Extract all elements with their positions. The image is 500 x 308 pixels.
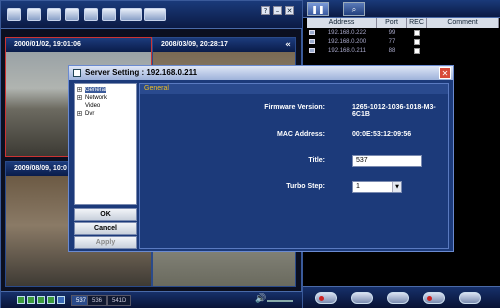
record-icon [319, 296, 324, 301]
column-header[interactable]: Comment [427, 18, 499, 28]
mac-label: MAC Address: [277, 131, 325, 138]
port-cell: 99 [388, 30, 396, 36]
firmware-label: Firmware Version: [264, 104, 325, 111]
expand-icon[interactable]: + [77, 95, 82, 101]
table-row[interactable]: 192.168.0.200 77 [307, 38, 499, 46]
address-cell: 192.168.0.200 [327, 39, 367, 45]
panel-tabs: ❚❚ ⌕ [303, 0, 500, 18]
rec-checkbox[interactable] [414, 30, 420, 36]
settings-icon[interactable] [65, 8, 79, 21]
layout-9-icon[interactable] [37, 296, 45, 304]
turbo-step-value: 1 [356, 183, 360, 190]
camera-timestamp: 2000/01/02, 19:01:06 [6, 38, 151, 52]
cancel-button[interactable]: Cancel [74, 222, 137, 235]
column-header[interactable]: Address [307, 18, 377, 28]
title-input[interactable]: 537 [352, 155, 422, 167]
tree-item-label: General [85, 87, 107, 93]
close-button[interactable]: ✕ [285, 6, 294, 15]
dialog-title-bar[interactable]: Server Setting : 192.168.0.211 ✕ [69, 66, 453, 80]
firmware-value: 1265-1012-1036-1018-M3-6C1B [352, 104, 436, 118]
delete-server-button[interactable] [459, 292, 481, 304]
server-icon [309, 39, 315, 44]
layout-16-icon[interactable] [47, 296, 55, 304]
expand-icon[interactable]: + [77, 87, 82, 93]
layout-4-icon[interactable] [27, 296, 35, 304]
viewer-bottom-bar: 537 536 541D 🔊 [1, 291, 303, 308]
tree-item-label: Video [85, 103, 101, 109]
fullscreen-icon[interactable] [57, 296, 65, 304]
title-label: Title: [308, 157, 325, 164]
rec-checkbox[interactable] [414, 39, 420, 45]
ok-button[interactable]: OK [74, 208, 137, 221]
dialog-title: Server Setting : 192.168.0.211 [85, 68, 198, 77]
layout-button[interactable] [7, 8, 21, 21]
folder-button[interactable] [47, 8, 61, 21]
section-title: General [140, 84, 448, 94]
turbo-step-label: Turbo Step: [286, 183, 325, 190]
turbo-step-select[interactable]: 1 ▼ [352, 181, 402, 193]
settings-tree: + General + Network Video + Dvr [74, 83, 137, 205]
channel-tab[interactable]: 536 [87, 295, 108, 306]
tab-server-list[interactable]: ❚❚ [307, 2, 329, 16]
tree-item-video[interactable]: Video [85, 102, 100, 110]
help-button[interactable]: ? [261, 6, 270, 15]
add-server-button[interactable] [315, 292, 337, 304]
column-header[interactable]: Port [377, 18, 407, 28]
tree-item-label: Network [85, 95, 108, 101]
info-icon[interactable] [84, 8, 98, 21]
panel-bottom-bar [303, 286, 500, 308]
disconnect-button[interactable] [423, 292, 445, 304]
port-cell: 88 [388, 48, 396, 54]
port-cell: 77 [388, 39, 396, 45]
monitor-button[interactable] [120, 8, 142, 21]
display-button[interactable] [144, 8, 166, 21]
close-icon[interactable]: ✕ [439, 67, 451, 79]
expand-icon[interactable]: + [77, 111, 82, 117]
layout-1-icon[interactable] [17, 296, 25, 304]
record-button[interactable] [102, 8, 116, 21]
address-cell: 192.168.0.211 [328, 48, 366, 54]
speaker-icon[interactable]: 🔊 [255, 294, 266, 304]
tree-item-dvr[interactable]: + Dvr [77, 110, 94, 118]
volume-slider[interactable] [267, 300, 293, 302]
table-row[interactable]: 192.168.0.211 88 [307, 47, 499, 55]
address-cell: 192.168.0.222 [327, 30, 367, 36]
tree-item-general[interactable]: + General [77, 86, 107, 94]
tab-search[interactable]: ⌕ [343, 2, 365, 16]
camera-timestamp: 2008/03/09, 20:28:17 « [153, 38, 295, 52]
collapse-icon[interactable]: « [285, 38, 291, 52]
settings-content: General Firmware Version: 1265-1012-1036… [139, 83, 449, 249]
tree-item-network[interactable]: + Network [77, 94, 107, 102]
record-icon [427, 296, 432, 301]
server-setting-dialog: Server Setting : 192.168.0.211 ✕ + Genera… [68, 65, 454, 252]
app-icon [73, 69, 81, 77]
copy-button[interactable] [27, 8, 41, 21]
edit-server-button[interactable] [351, 292, 373, 304]
mac-value: 00:0E:53:12:09:56 [352, 131, 412, 138]
rec-checkbox[interactable] [414, 48, 420, 54]
table-row[interactable]: 192.168.0.222 99 [307, 29, 499, 37]
apply-button[interactable]: Apply [74, 236, 137, 249]
channel-tab[interactable]: 541D [107, 295, 132, 306]
tree-item-label: Dvr [85, 111, 95, 117]
connect-button[interactable] [387, 292, 409, 304]
server-icon [309, 48, 315, 53]
chevron-down-icon[interactable]: ▼ [392, 182, 401, 192]
server-icon [309, 30, 315, 35]
viewer-toolbar: ? – ✕ [1, 1, 303, 29]
column-header[interactable]: REC [407, 18, 427, 28]
minimize-button[interactable]: – [273, 6, 282, 15]
